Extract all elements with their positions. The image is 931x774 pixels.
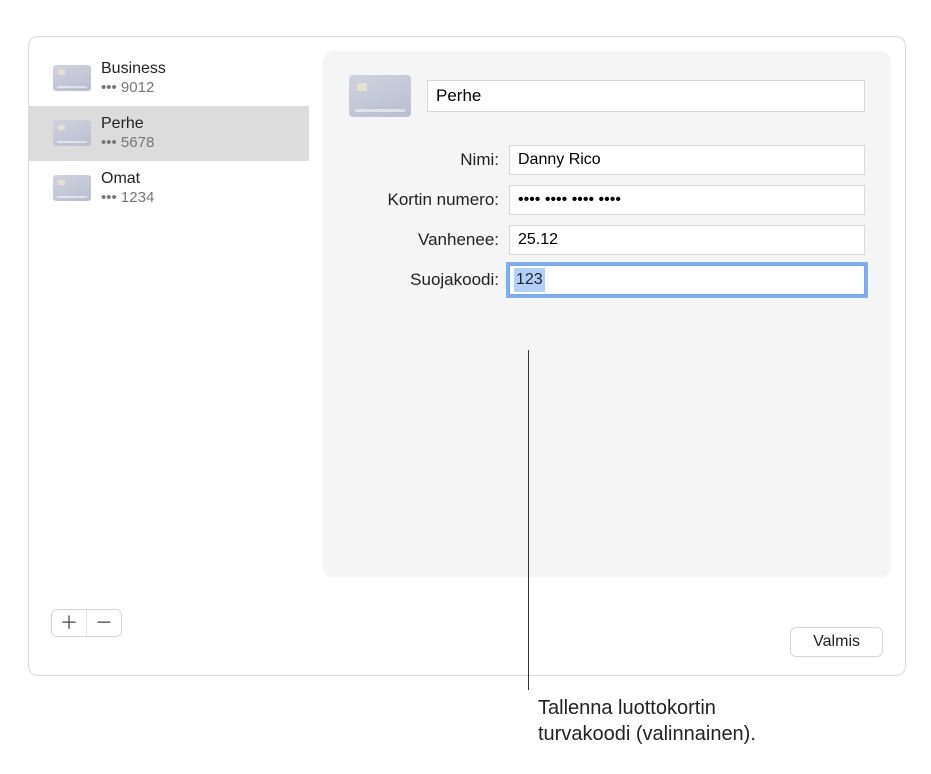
expiry-input[interactable] [509, 225, 865, 255]
callout-line1: Tallenna luottokortin [538, 697, 716, 719]
card-number-input[interactable] [509, 185, 865, 215]
remove-button[interactable]: － [87, 610, 121, 636]
label-name: Nimi: [349, 150, 509, 170]
card-text: Business ••• 9012 [101, 59, 166, 98]
row-name: Nimi: [349, 145, 865, 175]
cardholder-name-input[interactable] [509, 145, 865, 175]
label-number: Kortin numero: [349, 190, 509, 210]
card-item-perhe[interactable]: Perhe ••• 5678 [29, 106, 309, 161]
row-security: Suojakoodi: 123 [349, 265, 865, 295]
label-security: Suojakoodi: [349, 270, 509, 290]
label-expires: Vanhenee: [349, 230, 509, 250]
card-name-label: Business [101, 59, 166, 79]
plus-icon: ＋ [60, 614, 78, 632]
row-expires: Vanhenee: [349, 225, 865, 255]
callout-text: Tallenna luottokortin turvakoodi (valinn… [538, 695, 858, 747]
card-name-label: Perhe [101, 114, 154, 134]
add-remove-group: ＋ － [51, 609, 122, 637]
credit-card-icon [53, 120, 91, 146]
add-button[interactable]: ＋ [52, 610, 86, 636]
card-number-masked: ••• 1234 [101, 189, 154, 208]
card-text: Perhe ••• 5678 [101, 114, 154, 153]
credit-card-icon [53, 65, 91, 91]
card-number-masked: ••• 9012 [101, 79, 166, 98]
autofill-cards-window: Business ••• 9012 Perhe ••• 5678 Omat [28, 36, 906, 676]
card-item-business[interactable]: Business ••• 9012 [29, 51, 309, 106]
minus-icon: － [95, 614, 113, 632]
footer: ＋ － Valmis [29, 589, 905, 675]
detail-panel: Nimi: Kortin numero: Vanhenee: Suojakood… [323, 51, 891, 577]
card-text: Omat ••• 1234 [101, 169, 154, 208]
done-button[interactable]: Valmis [790, 627, 883, 657]
card-name-label: Omat [101, 169, 154, 189]
security-code-input[interactable] [509, 265, 865, 295]
callout-leader-line [528, 350, 529, 690]
detail-header [349, 75, 865, 117]
credit-card-icon [53, 175, 91, 201]
credit-card-icon [349, 75, 411, 117]
callout-line2: turvakoodi (valinnainen). [538, 723, 756, 745]
card-description-input[interactable] [427, 80, 865, 112]
content-area: Business ••• 9012 Perhe ••• 5678 Omat [29, 37, 905, 577]
card-item-omat[interactable]: Omat ••• 1234 [29, 161, 309, 216]
card-list: Business ••• 9012 Perhe ••• 5678 Omat [29, 51, 309, 577]
security-input-wrap: 123 [509, 265, 865, 295]
row-number: Kortin numero: [349, 185, 865, 215]
card-sidebar: Business ••• 9012 Perhe ••• 5678 Omat [29, 51, 309, 577]
card-number-masked: ••• 5678 [101, 134, 154, 153]
